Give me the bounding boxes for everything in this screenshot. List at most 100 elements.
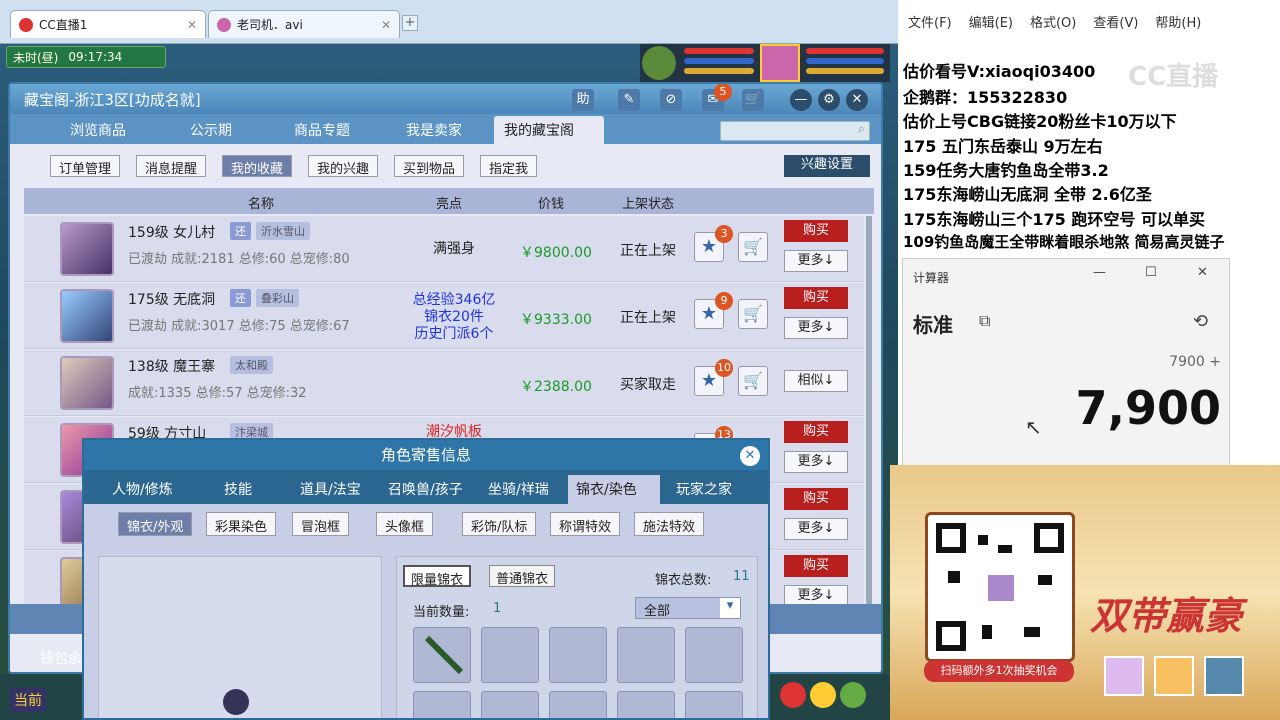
chevron-down-icon[interactable]: ▾ (720, 598, 740, 618)
similar-button[interactable]: 相似↓ (784, 370, 848, 392)
outfit-slot[interactable] (617, 627, 675, 683)
tab-mounts[interactable]: 坐骑/祥瑞 (480, 475, 557, 504)
subtab-appearance[interactable]: 锦衣/外观 (118, 512, 193, 536)
more-button[interactable]: 更多↓ (784, 518, 848, 540)
limited-outfit-button[interactable]: 限量锦衣 (403, 565, 472, 588)
close-button[interactable]: ✕ (1197, 265, 1208, 280)
close-icon[interactable]: ✕ (740, 446, 760, 466)
scrollbar[interactable] (866, 216, 872, 616)
subtab-messages[interactable]: 消息提醒 (136, 155, 207, 177)
table-row[interactable]: 159级 女儿村 还 沂水雪山 已渡劫 成就:2181 总修:60 总宠修:80… (24, 216, 864, 282)
avatar[interactable] (60, 356, 114, 410)
cart-icon[interactable]: 🛒 (738, 366, 768, 396)
search-icon[interactable]: ⌕ (858, 122, 865, 137)
outfit-slot[interactable] (413, 627, 471, 683)
table-row[interactable]: 138级 魔王寨 太和殿 成就:1335 总修:57 总宠修:32 ￥2388.… (24, 350, 864, 416)
more-button[interactable]: 更多↓ (784, 317, 848, 339)
subtab-team-badge[interactable]: 彩饰/队标 (462, 512, 537, 536)
smile-icon[interactable] (810, 682, 836, 708)
help-button[interactable]: 助 (572, 89, 594, 111)
subtab-orders[interactable]: 订单管理 (50, 155, 121, 177)
subtab-title-effect[interactable]: 称谓特效 (550, 512, 621, 536)
tab-my-cbg[interactable]: 我的藏宝阁 (494, 116, 604, 144)
outfit-slot[interactable] (481, 691, 539, 718)
add-tab-button[interactable]: + (402, 15, 418, 31)
outfit-slot[interactable] (685, 627, 743, 683)
tab-home[interactable]: 玩家之家 (668, 475, 740, 504)
outfit-slot[interactable] (617, 691, 675, 718)
player-portrait[interactable] (760, 44, 800, 82)
menu-file[interactable]: 文件(F) (908, 12, 952, 31)
tab-public[interactable]: 公示期 (180, 116, 242, 144)
cart-icon[interactable]: 🛒 (742, 89, 764, 111)
favorite-star-icon[interactable]: ★ 3 (694, 225, 733, 262)
subtab-cast-effect[interactable]: 施法特效 (634, 512, 705, 536)
interest-settings-button[interactable]: 兴趣设置 (784, 155, 870, 177)
tab-browse[interactable]: 浏览商品 (60, 116, 136, 144)
outfit-slot[interactable] (685, 691, 743, 718)
message-icon[interactable]: ✉ 5 (702, 84, 732, 111)
buy-button[interactable]: 购买 (784, 220, 848, 242)
close-icon[interactable]: ✕ (187, 18, 197, 32)
tab-character[interactable]: 人物/修炼 (104, 475, 181, 504)
buy-button[interactable]: 购买 (784, 421, 848, 443)
table-row[interactable]: 175级 无底洞 还 叠彩山 已渡劫 成就:3017 总修:75 总宠修:67 … (24, 283, 864, 349)
subtab-assigned[interactable]: 指定我 (480, 155, 538, 177)
subtab-favorites[interactable]: 我的收藏 (222, 155, 293, 177)
emote-icon[interactable] (780, 682, 806, 708)
cart-icon[interactable]: 🛒 (738, 299, 768, 329)
edit-icon[interactable]: ✎ (618, 89, 640, 111)
price: ￥2388.00 (520, 379, 592, 395)
favorite-star-icon[interactable]: ★ 10 (694, 359, 733, 396)
channel-label[interactable]: 当前 (10, 688, 46, 712)
qr-code[interactable] (925, 512, 1075, 662)
keep-on-top-icon[interactable]: ⧉ (979, 311, 990, 331)
menu-help[interactable]: 帮助(H) (1155, 12, 1201, 31)
normal-outfit-button[interactable]: 普通锦衣 (489, 565, 556, 587)
tab-outfits[interactable]: 锦衣/染色 (568, 475, 660, 504)
menu-icon[interactable] (840, 682, 866, 708)
menu-format[interactable]: 格式(O) (1030, 12, 1076, 31)
avatar[interactable] (60, 222, 114, 276)
cart-icon[interactable]: 🛒 (738, 232, 768, 262)
avatar[interactable] (60, 289, 114, 343)
menu-edit[interactable]: 编辑(E) (969, 12, 1013, 31)
tab-cc-live[interactable]: CC直播1 ✕ (10, 10, 206, 38)
block-icon[interactable]: ⊘ (660, 89, 682, 111)
outfit-slot[interactable] (549, 627, 607, 683)
buy-button[interactable]: 购买 (784, 287, 848, 309)
tab-seller[interactable]: 我是卖家 (396, 116, 472, 144)
mode-label[interactable]: 标准 (913, 309, 953, 338)
subtab-purchased[interactable]: 买到物品 (394, 155, 465, 177)
tab-topics[interactable]: 商品专题 (284, 116, 360, 144)
tab-pets[interactable]: 召唤兽/孩子 (380, 475, 471, 504)
subtab-interests[interactable]: 我的兴趣 (308, 155, 379, 177)
outfit-slot[interactable] (549, 691, 607, 718)
more-button[interactable]: 更多↓ (784, 451, 848, 473)
pet-portrait[interactable] (642, 46, 676, 80)
subtab-avatar-frame[interactable]: 头像框 (376, 512, 434, 536)
subtab-dye[interactable]: 彩果染色 (206, 512, 277, 536)
menu-view[interactable]: 查看(V) (1093, 12, 1138, 31)
outfit-slot[interactable] (413, 691, 471, 718)
outfit-slot[interactable] (481, 627, 539, 683)
minimize-button[interactable]: — (790, 89, 812, 111)
tab-skills[interactable]: 技能 (216, 475, 260, 504)
search-input[interactable]: ⌕ (720, 121, 870, 141)
minimize-button[interactable]: — (1093, 265, 1106, 280)
buy-button[interactable]: 购买 (784, 488, 848, 510)
tab-video[interactable]: 老司机．avi ✕ (208, 10, 400, 38)
settings-button[interactable]: ⚙ (818, 89, 840, 111)
buy-button[interactable]: 购买 (784, 555, 848, 577)
subtab-bubble[interactable]: 冒泡框 (292, 512, 350, 536)
filter-select[interactable]: 全部 ▾ (635, 597, 741, 619)
close-icon[interactable]: ✕ (381, 18, 391, 32)
tab-items[interactable]: 道具/法宝 (292, 475, 369, 504)
character-stats: 已渡劫 成就:2181 总修:60 总宠修:80 (128, 252, 350, 267)
more-button[interactable]: 更多↓ (784, 250, 848, 272)
tab-label: CC直播1 (39, 18, 88, 32)
favorite-star-icon[interactable]: ★ 9 (694, 292, 733, 329)
close-button[interactable]: ✕ (846, 89, 868, 111)
history-icon[interactable]: ⟲ (1193, 311, 1208, 332)
maximize-button[interactable]: ☐ (1145, 265, 1157, 280)
